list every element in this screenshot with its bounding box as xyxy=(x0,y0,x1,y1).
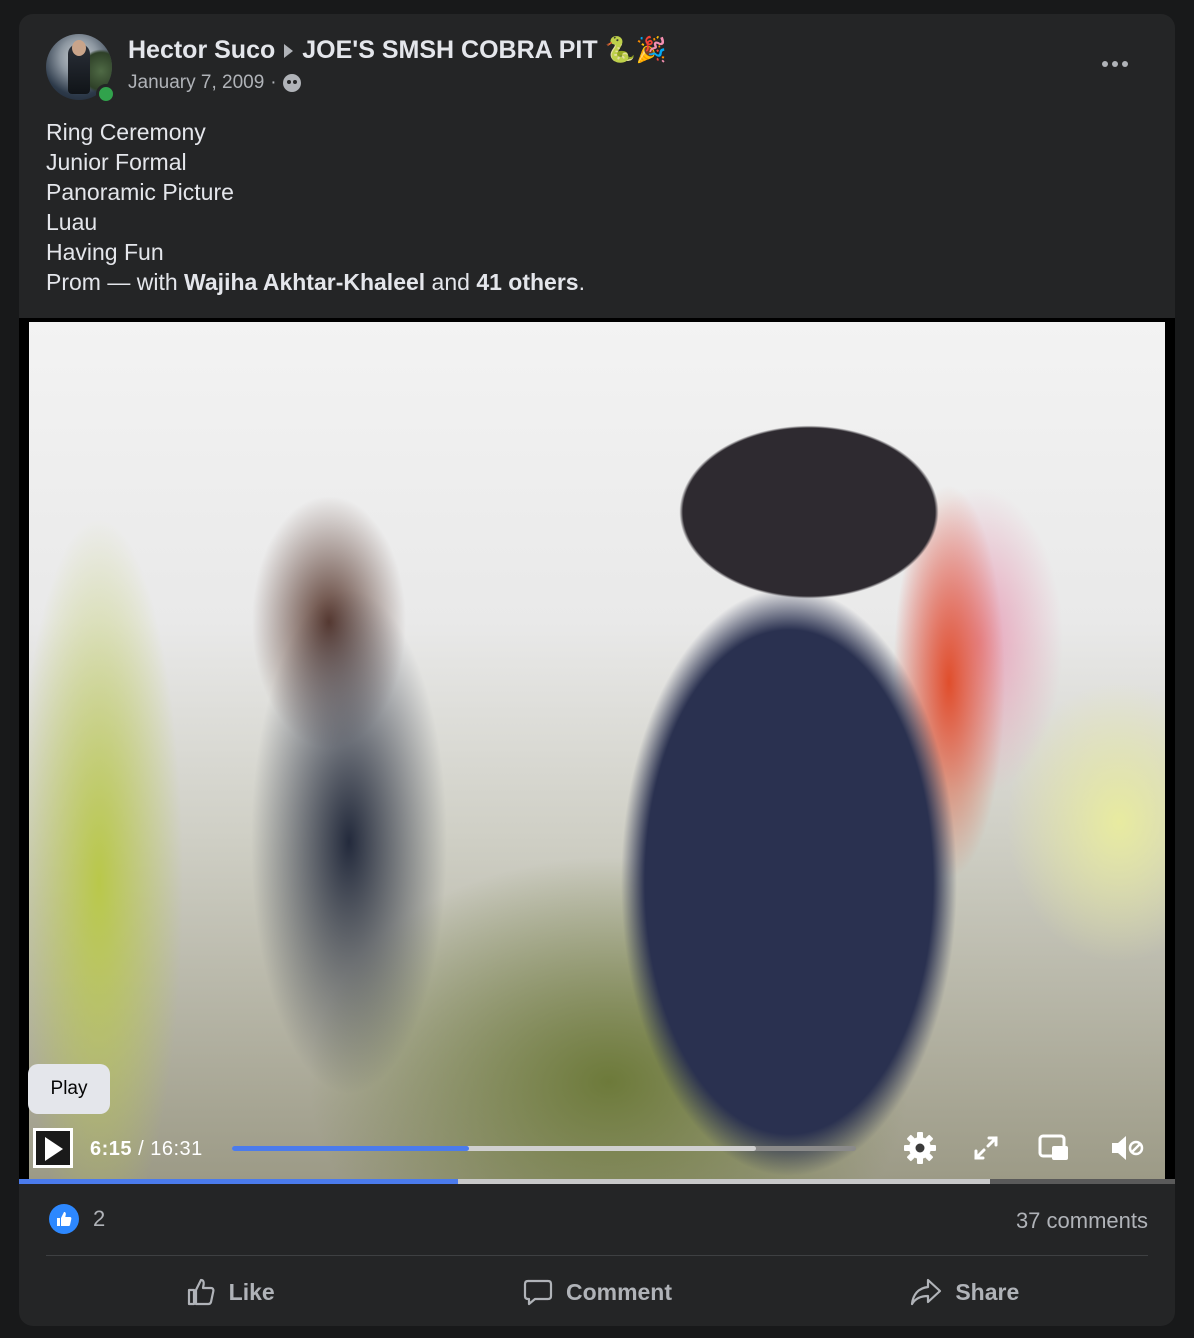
like-label: Like xyxy=(228,1278,275,1305)
caret-right-icon xyxy=(284,43,294,58)
post-line: Ring Ceremony xyxy=(46,119,206,145)
tag-and: and xyxy=(425,269,477,295)
duration: 16:31 xyxy=(150,1138,203,1160)
play-icon xyxy=(45,1137,63,1161)
more-icon-dot xyxy=(1122,61,1128,67)
post-meta: January 7, 2009 · xyxy=(128,72,301,94)
group-name-link[interactable]: JOE'S SMSH COBRA PIT 🐍🎉 xyxy=(302,36,667,65)
post-text: Ring Ceremony Junior Formal Panoramic Pi… xyxy=(46,117,585,297)
author-name-link[interactable]: Hector Suco xyxy=(128,36,275,65)
video-player[interactable]: Play 6:15 / 16:31 xyxy=(19,318,1175,1184)
more-options-button[interactable] xyxy=(1097,52,1133,76)
more-icon xyxy=(1102,61,1108,67)
tagged-person-link[interactable]: Wajiha Akhtar-Khaleel xyxy=(184,269,425,295)
fullscreen-icon[interactable] xyxy=(968,1130,1004,1166)
group-emoji: 🐍🎉 xyxy=(604,36,667,64)
play-button[interactable] xyxy=(33,1128,73,1168)
like-count[interactable]: 2 xyxy=(93,1206,105,1232)
overall-played xyxy=(19,1179,459,1184)
more-icon-dot xyxy=(1112,61,1118,67)
post-line: Panoramic Picture xyxy=(46,179,234,205)
share-label: Share xyxy=(955,1278,1020,1305)
group-name: JOE'S SMSH COBRA PIT xyxy=(302,36,598,64)
post-header: Hector Suco JOE'S SMSH COBRA PIT 🐍🎉 xyxy=(128,36,667,65)
comment-button[interactable]: Comment xyxy=(413,1264,780,1320)
share-icon xyxy=(911,1278,942,1306)
settings-icon[interactable] xyxy=(902,1130,938,1166)
comment-label: Comment xyxy=(565,1278,673,1305)
post-date-link[interactable]: January 7, 2009 xyxy=(128,72,264,94)
like-icon xyxy=(187,1278,215,1306)
video-time: 6:15 / 16:31 xyxy=(90,1138,203,1161)
meta-separator: · xyxy=(270,72,277,93)
comments-count-link[interactable]: 37 comments xyxy=(1016,1208,1148,1234)
post-line: Junior Formal xyxy=(46,149,187,175)
like-reaction-icon[interactable] xyxy=(49,1204,79,1234)
tag-prefix: Prom — with xyxy=(46,269,185,295)
play-tooltip: Play xyxy=(28,1064,110,1114)
video-scrubber[interactable] xyxy=(232,1146,856,1151)
avatar-head xyxy=(72,40,86,56)
overall-buffered xyxy=(458,1179,991,1184)
audience-icon[interactable] xyxy=(282,74,301,92)
post-line: Luau xyxy=(46,209,98,235)
post-stats: 2 37 comments xyxy=(46,1202,1148,1238)
scrubber-played xyxy=(232,1146,470,1151)
time-separator: / xyxy=(132,1138,151,1160)
like-button[interactable]: Like xyxy=(46,1264,413,1320)
post-actions: Like Comment Share xyxy=(46,1264,1148,1320)
tag-suffix: . xyxy=(578,269,585,295)
overall-progress-bar xyxy=(19,1179,1175,1184)
pip-icon[interactable] xyxy=(1036,1130,1072,1166)
post-card: Hector Suco JOE'S SMSH COBRA PIT 🐍🎉 Janu… xyxy=(19,14,1175,1326)
share-button[interactable]: Share xyxy=(781,1264,1148,1320)
tagged-others-link[interactable]: 41 others xyxy=(476,269,578,295)
thumbs-up-icon xyxy=(57,1212,72,1226)
video-frame[interactable] xyxy=(29,322,1165,1180)
actions-divider xyxy=(46,1255,1148,1256)
post-line: Having Fun xyxy=(46,239,164,265)
comment-icon xyxy=(523,1279,553,1306)
post-line-tags: Prom — with Wajiha Akhtar-Khaleel and 41… xyxy=(46,267,585,297)
volume-icon[interactable] xyxy=(1108,1130,1144,1166)
current-time: 6:15 xyxy=(90,1138,133,1160)
online-status-indicator xyxy=(96,84,116,104)
